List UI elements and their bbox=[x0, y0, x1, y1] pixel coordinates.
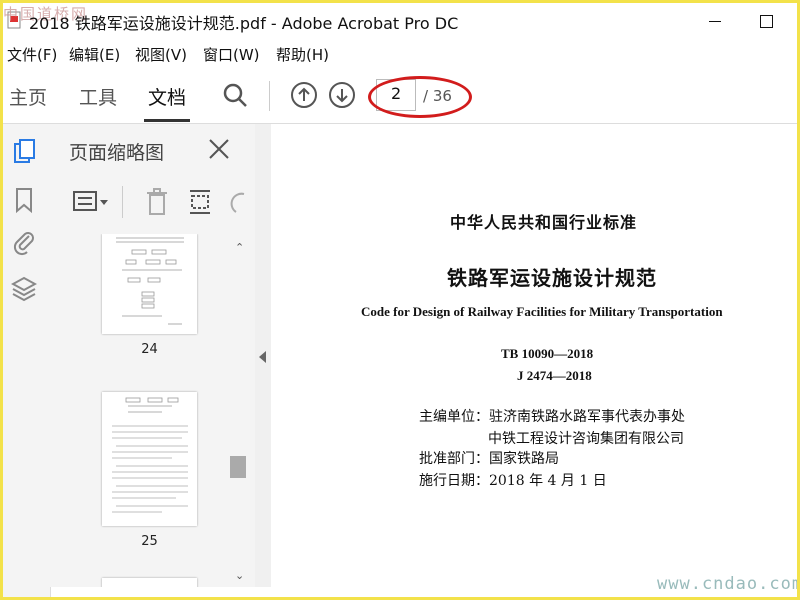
thumbnail-label: 25 bbox=[141, 534, 158, 549]
search-icon[interactable] bbox=[221, 81, 249, 109]
active-tab-indicator bbox=[144, 119, 190, 122]
thumbnail-scrollbar[interactable] bbox=[230, 234, 246, 587]
delete-page-icon[interactable] bbox=[145, 188, 169, 216]
thumbnail-page-24-image bbox=[116, 237, 184, 325]
menu-bar: 文件(F) 编辑(E) 视图(V) 窗口(W) 帮助(H) bbox=[3, 39, 797, 67]
thumbnail-label: 24 bbox=[141, 342, 158, 357]
panel-toolbar-separator bbox=[122, 186, 123, 218]
menu-window[interactable]: 窗口(W) bbox=[203, 44, 260, 65]
close-icon[interactable] bbox=[208, 138, 230, 160]
scroll-up-icon[interactable]: ⌃ bbox=[235, 241, 244, 254]
tab-home[interactable]: 主页 bbox=[9, 83, 47, 110]
insert-page-icon[interactable] bbox=[188, 188, 212, 216]
toolbar: 主页 工具 文档 2 / 36 bbox=[3, 67, 797, 124]
scrollbar-thumb[interactable] bbox=[230, 456, 246, 478]
panel-toolbar bbox=[50, 182, 255, 222]
menu-view[interactable]: 视图(V) bbox=[135, 44, 187, 65]
collapse-panel-icon[interactable] bbox=[259, 351, 266, 363]
page-thumbnails-panel: 页面缩略图 24 25 bbox=[50, 124, 256, 587]
toolbar-separator bbox=[269, 81, 270, 111]
document-category: 中华人民共和国行业标准 bbox=[450, 213, 638, 232]
document-code-tb: TB 10090—2018 bbox=[501, 346, 594, 361]
watermark-bottom-right: www.cndao.com bbox=[657, 574, 797, 594]
document-title: 铁路军运设施设计规范 bbox=[447, 266, 657, 290]
thumbnail-page-25-image bbox=[112, 397, 188, 513]
document-code-j: J 2474—2018 bbox=[517, 368, 592, 383]
previous-page-icon[interactable] bbox=[290, 81, 318, 109]
title-bar: 中国道桥网 2018 铁路军运设施设计规范.pdf - Adobe Acroba… bbox=[3, 3, 797, 39]
bookmark-icon[interactable] bbox=[11, 186, 37, 214]
attachment-icon[interactable] bbox=[11, 228, 37, 256]
document-effective-date: 施行日期：2018 年 4 月 1 日 bbox=[419, 473, 607, 489]
thumbnail-list: 24 25 bbox=[50, 234, 230, 587]
document-editor-line2: 中铁工程设计咨询集团有限公司 bbox=[488, 431, 684, 447]
page-thumbnail[interactable] bbox=[102, 234, 197, 334]
navigation-rail bbox=[3, 124, 51, 597]
document-editor-line1: 主编单位：驻济南铁路水路军事代表办事处 bbox=[419, 409, 685, 425]
menu-edit[interactable]: 编辑(E) bbox=[69, 44, 120, 65]
page-thumbnail[interactable] bbox=[102, 392, 197, 526]
page-thumbnail[interactable] bbox=[102, 578, 197, 587]
highlight-ellipse-annotation bbox=[368, 76, 472, 118]
layers-icon[interactable] bbox=[11, 274, 37, 302]
document-approval: 批准部门：国家铁路局 bbox=[419, 451, 559, 467]
next-page-icon[interactable] bbox=[328, 81, 356, 109]
window-title: 2018 铁路军运设施设计规范.pdf - Adobe Acrobat Pro … bbox=[29, 14, 459, 33]
tab-tools[interactable]: 工具 bbox=[79, 83, 117, 110]
document-english-title: Code for Design of Railway Facilities fo… bbox=[361, 304, 723, 319]
maximize-button[interactable] bbox=[755, 9, 779, 33]
options-menu-icon[interactable] bbox=[72, 190, 112, 214]
document-page: 中华人民共和国行业标准 铁路军运设施设计规范 Code for Design o… bbox=[271, 124, 797, 597]
panel-title: 页面缩略图 bbox=[69, 142, 165, 164]
page-thumbnails-icon[interactable] bbox=[11, 138, 37, 166]
acrobat-window: 中国道桥网 2018 铁路军运设施设计规范.pdf - Adobe Acroba… bbox=[3, 3, 797, 597]
tab-document[interactable]: 文档 bbox=[148, 83, 186, 110]
scroll-down-icon[interactable]: ⌄ bbox=[235, 569, 244, 582]
menu-file[interactable]: 文件(F) bbox=[7, 44, 57, 65]
menu-help[interactable]: 帮助(H) bbox=[276, 44, 329, 65]
minimize-button[interactable] bbox=[703, 9, 727, 33]
rotate-page-icon[interactable] bbox=[228, 188, 248, 216]
